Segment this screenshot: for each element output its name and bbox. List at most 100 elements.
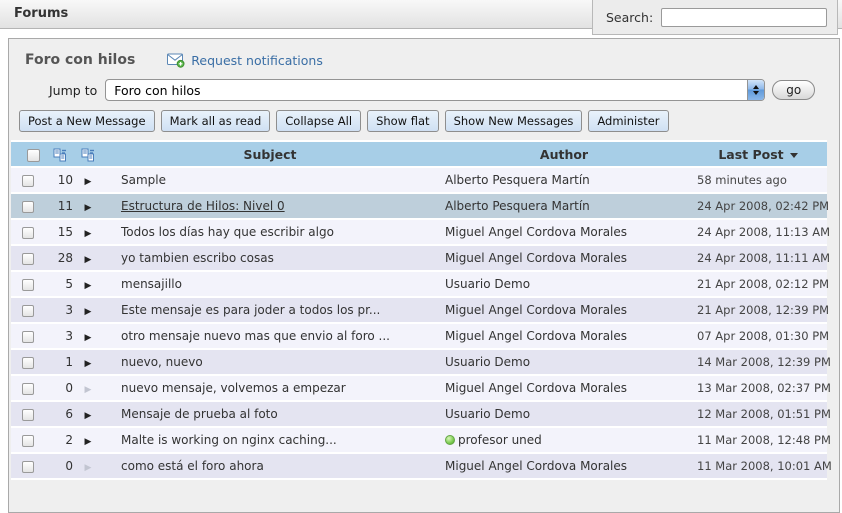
author-text: Miguel Angel Cordova Morales (445, 251, 627, 265)
author-text: Usuario Demo (445, 277, 530, 291)
row-checkbox[interactable] (22, 461, 34, 473)
jump-to-selected-value: Foro con hilos (106, 83, 747, 98)
subject-cell[interactable]: Estructura de Hilos: Nivel 0 (101, 194, 439, 218)
table-row: 1 ▶ nuevo, nuevo Usuario Demo 14 Mar 200… (11, 350, 827, 374)
reply-count: 3 (45, 298, 75, 322)
sort-by-replies-header[interactable] (45, 142, 75, 166)
show-flat-button[interactable]: Show flat (367, 110, 439, 132)
subject-cell[interactable]: Todos los días hay que escribir algo (101, 220, 439, 244)
table-row: 10 ▶ Sample Alberto Pesquera Martín 58 m… (11, 168, 827, 192)
subject-cell[interactable]: Este mensaje es para joder a todos los p… (101, 298, 439, 322)
subject-column-header[interactable]: Subject (101, 142, 439, 166)
last-post-column-header[interactable]: Last Post (689, 142, 827, 166)
subject-cell[interactable]: nuevo, nuevo (101, 350, 439, 374)
toolbar: Post a New Message Mark all as read Coll… (19, 110, 839, 132)
author-text: Miguel Angel Cordova Morales (445, 303, 627, 317)
subject-cell[interactable]: yo tambien escribo cosas (101, 246, 439, 270)
table-row: 6 ▶ Mensaje de prueba al foto Usuario De… (11, 402, 827, 426)
row-checkbox[interactable] (22, 305, 34, 317)
row-checkbox[interactable] (22, 409, 34, 421)
table-row: 0 ▶ como está el foro ahora Miguel Angel… (11, 454, 827, 478)
subject-header-label: Subject (244, 147, 297, 162)
author-text: Alberto Pesquera Martín (445, 173, 590, 187)
expand-thread-icon[interactable]: ▶ (85, 177, 92, 187)
subject-cell[interactable]: otro mensaje nuevo mas que envio al foro… (101, 324, 439, 348)
row-checkbox[interactable] (22, 253, 34, 265)
subject-text: yo tambien escribo cosas (121, 251, 274, 265)
expand-thread-icon[interactable]: ▶ (85, 281, 92, 291)
expand-thread-icon[interactable]: ▶ (85, 229, 92, 239)
row-checkbox[interactable] (22, 383, 34, 395)
search-panel: Search: (592, 0, 838, 35)
subject-cell[interactable]: Malte is working on nginx caching... (101, 428, 439, 452)
search-input[interactable] (661, 8, 827, 27)
request-notifications-link[interactable]: Request notifications (167, 53, 323, 68)
mark-all-read-button[interactable]: Mark all as read (161, 110, 271, 132)
search-label: Search: (606, 10, 653, 25)
subject-cell[interactable]: como está el foro ahora (101, 454, 439, 478)
subject-cell[interactable]: Mensaje de prueba al foto (101, 402, 439, 426)
row-checkbox[interactable] (22, 279, 34, 291)
jump-to-select[interactable]: Foro con hilos (105, 79, 765, 101)
row-checkbox[interactable] (22, 331, 34, 343)
subject-text: Todos los días hay que escribir algo (121, 225, 334, 239)
subject-cell[interactable]: mensajillo (101, 272, 439, 296)
expand-thread-icon: ▶ (85, 385, 92, 395)
post-new-message-button[interactable]: Post a New Message (19, 110, 155, 132)
expand-thread-icon[interactable]: ▶ (85, 333, 92, 343)
expand-thread-icon[interactable]: ▶ (85, 203, 92, 213)
row-checkbox[interactable] (22, 175, 34, 187)
subject-cell[interactable]: nuevo mensaje, volvemos a empezar (101, 376, 439, 400)
subject-text: Malte is working on nginx caching... (121, 433, 337, 447)
sort-by-threads-header[interactable] (75, 142, 101, 166)
select-all-checkbox[interactable] (27, 149, 40, 162)
author-text: Usuario Demo (445, 355, 530, 369)
table-header-row: Subject Author Last Post (11, 142, 827, 166)
expand-thread-icon[interactable]: ▶ (85, 307, 92, 317)
show-new-messages-button[interactable]: Show New Messages (445, 110, 583, 132)
reply-count: 15 (45, 220, 75, 244)
go-button[interactable]: go (772, 80, 815, 100)
author-text: Usuario Demo (445, 407, 530, 421)
author-text: profesor uned (458, 433, 542, 447)
author-text: Miguel Angel Cordova Morales (445, 381, 627, 395)
row-checkbox[interactable] (22, 357, 34, 369)
row-checkbox[interactable] (22, 227, 34, 239)
last-post-text: 13 Mar 2008, 02:37 PM (689, 376, 827, 400)
expand-thread-icon[interactable]: ▶ (85, 411, 92, 421)
collapse-all-button[interactable]: Collapse All (276, 110, 361, 132)
expand-thread-icon[interactable]: ▶ (85, 255, 92, 265)
subject-text: como está el foro ahora (121, 459, 264, 473)
author-text: Miguel Angel Cordova Morales (445, 459, 627, 473)
author-header-label: Author (540, 147, 588, 162)
subject-text: Este mensaje es para joder a todos los p… (121, 303, 380, 317)
table-row: 11 ▶ Estructura de Hilos: Nivel 0 Albert… (11, 194, 827, 218)
table-row: 15 ▶ Todos los días hay que escribir alg… (11, 220, 827, 244)
message-count-sort-icon (53, 148, 67, 162)
forum-panel: Foro con hilos Request notifications Jum… (8, 38, 840, 513)
reply-count: 3 (45, 324, 75, 348)
last-post-text: 14 Mar 2008, 12:39 PM (689, 350, 827, 374)
last-post-text: 11 Mar 2008, 12:48 PM (689, 428, 827, 452)
row-checkbox[interactable] (22, 201, 34, 213)
subject-cell[interactable]: Sample (101, 168, 439, 192)
last-post-header-label: Last Post (718, 147, 783, 162)
online-indicator (445, 435, 455, 445)
select-stepper-icon (747, 80, 764, 100)
last-post-text: 24 Apr 2008, 11:13 AM (689, 220, 827, 244)
subject-text: otro mensaje nuevo mas que envio al foro… (121, 329, 390, 343)
expand-thread-icon[interactable]: ▶ (85, 437, 92, 447)
jump-to-row: Jump to Foro con hilos go (49, 79, 839, 101)
expand-thread-icon[interactable]: ▶ (85, 359, 92, 369)
administer-button[interactable]: Administer (588, 110, 668, 132)
thread-sort-icon (81, 148, 95, 162)
author-text: Miguel Angel Cordova Morales (445, 329, 627, 343)
last-post-text: 58 minutes ago (689, 168, 827, 192)
last-post-text: 07 Apr 2008, 01:30 PM (689, 324, 827, 348)
table-row: 5 ▶ mensajillo Usuario Demo 21 Apr 2008,… (11, 272, 827, 296)
page-title: Forums (14, 6, 68, 21)
row-checkbox[interactable] (22, 435, 34, 447)
author-column-header[interactable]: Author (439, 142, 689, 166)
reply-count: 0 (45, 454, 75, 478)
table-row: 3 ▶ otro mensaje nuevo mas que envio al … (11, 324, 827, 348)
